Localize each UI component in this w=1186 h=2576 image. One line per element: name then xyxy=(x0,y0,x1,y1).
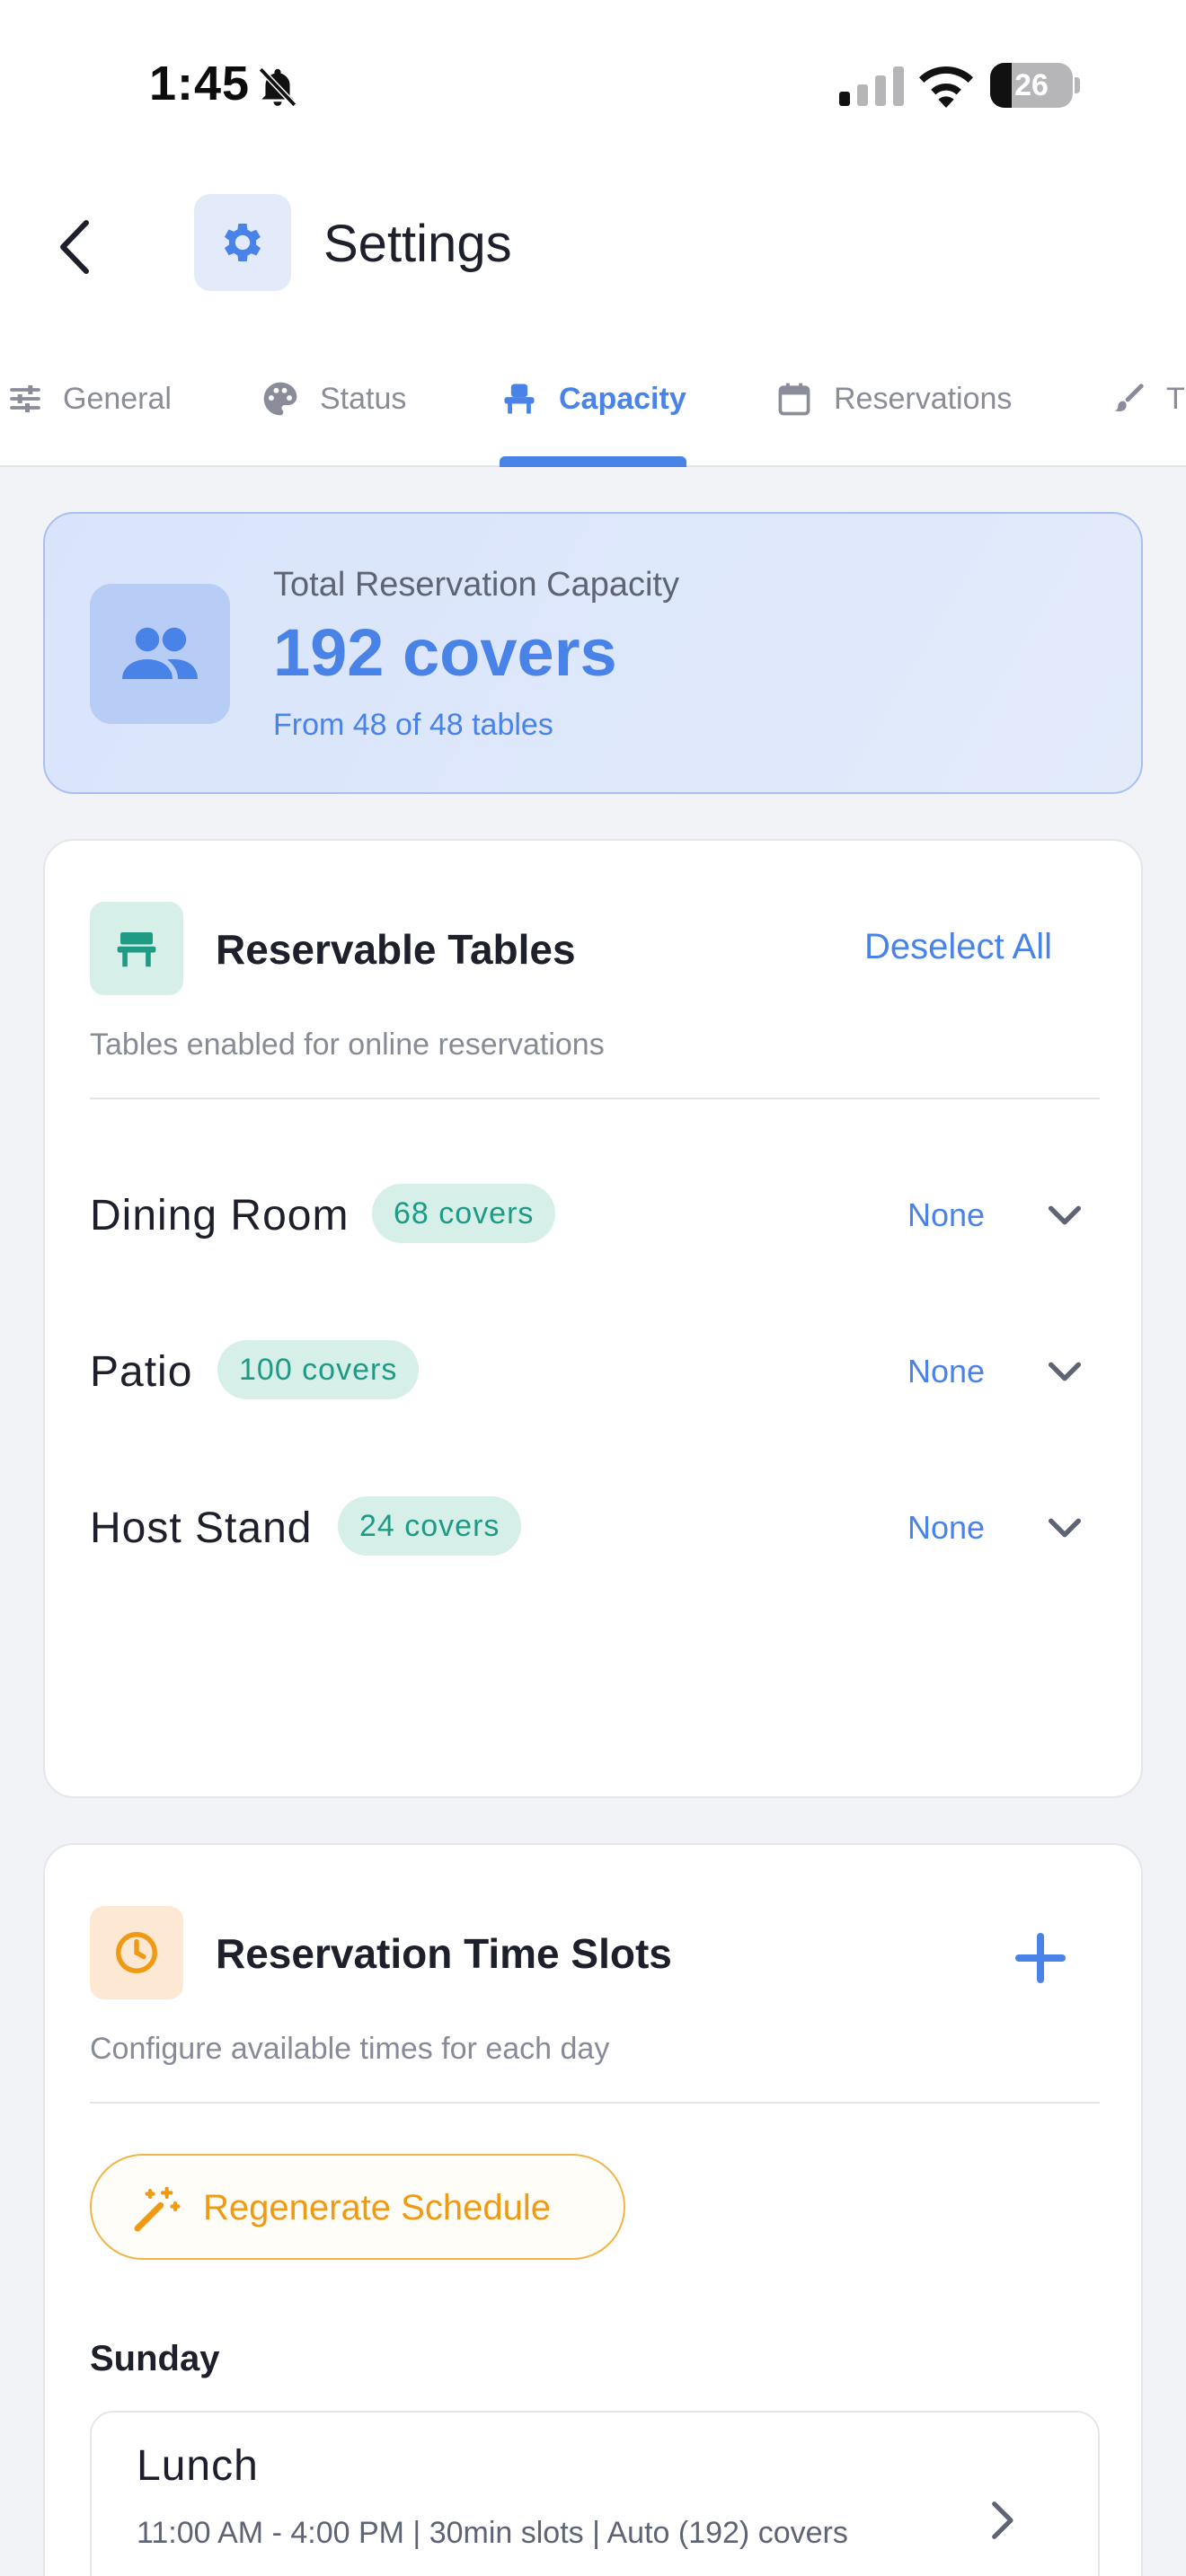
wifi-icon xyxy=(919,66,973,108)
day-heading: Sunday xyxy=(90,2339,220,2378)
chevron-down-icon[interactable] xyxy=(1044,1507,1085,1548)
app-header: Settings xyxy=(0,171,1186,323)
slot-detail: 11:00 AM - 4:00 PM | 30min slots | Auto … xyxy=(137,2516,848,2550)
tab-more[interactable]: T xyxy=(1111,372,1185,426)
timeslots-card-description: Configure available times for each day xyxy=(90,2032,610,2066)
zone-name: Patio xyxy=(90,1348,193,1396)
chevron-right-icon[interactable] xyxy=(981,2493,1021,2547)
tab-reservations[interactable]: Reservations xyxy=(774,372,1012,426)
settings-tabs: General Status Capacity Reservations T xyxy=(0,323,1186,467)
active-tab-indicator xyxy=(500,456,686,467)
zone-selection[interactable]: None xyxy=(907,1353,985,1390)
capacity-value: 192 covers xyxy=(273,615,617,690)
settings-screen: 1:45 26 Settings General Status Capacity… xyxy=(0,0,1186,2576)
tab-capacity-label: Capacity xyxy=(559,381,686,416)
table-icon xyxy=(117,932,156,967)
timeslots-icon-badge xyxy=(90,1906,183,1999)
settings-badge xyxy=(194,194,291,291)
tab-reservations-label: Reservations xyxy=(834,381,1013,416)
capacity-icon-badge xyxy=(90,584,230,724)
battery-icon: 26 xyxy=(990,63,1080,108)
plus-icon[interactable] xyxy=(1005,1922,1076,1994)
tab-capacity[interactable]: Capacity xyxy=(500,372,686,426)
tables-icon-badge xyxy=(90,902,183,995)
clock-icon xyxy=(116,1932,157,1973)
time-slot-item[interactable]: Lunch 11:00 AM - 4:00 PM | 30min slots |… xyxy=(90,2411,1100,2576)
palette-icon xyxy=(263,382,297,416)
zone-selection[interactable]: None xyxy=(907,1196,985,1234)
chevron-left-icon[interactable] xyxy=(47,207,110,287)
page-title: Settings xyxy=(323,215,512,273)
tab-status[interactable]: Status xyxy=(261,372,406,426)
divider xyxy=(90,1098,1100,1099)
regenerate-schedule-label: Regenerate Schedule xyxy=(203,2188,551,2228)
covers-badge: 100 covers xyxy=(217,1340,420,1399)
reservable-tables-card: Reservable Tables Deselect All Tables en… xyxy=(43,839,1143,1798)
tables-card-description: Tables enabled for online reservations xyxy=(90,1028,605,1062)
zone-row-host-stand[interactable]: Host Stand 24 covers None xyxy=(90,1480,1100,1570)
timeslots-card-title: Reservation Time Slots xyxy=(216,1930,672,1977)
calendar-icon xyxy=(778,383,810,416)
tab-status-label: Status xyxy=(320,381,407,416)
status-bar: 1:45 26 xyxy=(0,0,1186,171)
covers-badge: 68 covers xyxy=(372,1184,556,1243)
capacity-summary-card: Total Reservation Capacity 192 covers Fr… xyxy=(43,512,1143,794)
zone-row-patio[interactable]: Patio 100 covers None xyxy=(90,1324,1100,1414)
zone-selection[interactable]: None xyxy=(907,1509,985,1547)
capacity-label: Total Reservation Capacity xyxy=(273,566,679,604)
chevron-down-icon[interactable] xyxy=(1044,1351,1085,1392)
zone-name: Dining Room xyxy=(90,1192,350,1239)
slot-name: Lunch xyxy=(137,2442,259,2490)
tab-general[interactable]: General xyxy=(7,372,172,426)
deselect-all-button[interactable]: Deselect All xyxy=(864,927,1052,967)
gear-icon xyxy=(224,224,261,261)
capacity-subtext: From 48 of 48 tables xyxy=(273,708,553,742)
people-icon xyxy=(122,627,198,679)
tab-general-label: General xyxy=(63,381,172,416)
magic-wand-icon xyxy=(134,2186,181,2232)
tab-more-label: T xyxy=(1166,381,1185,416)
tables-card-title: Reservable Tables xyxy=(216,926,576,973)
regenerate-schedule-button[interactable]: Regenerate Schedule xyxy=(90,2154,625,2260)
zone-row-dining-room[interactable]: Dining Room 68 covers None xyxy=(90,1168,1100,1257)
zone-name: Host Stand xyxy=(90,1504,313,1552)
bell-slash-icon xyxy=(258,66,297,108)
battery-level: 26 xyxy=(1014,68,1049,102)
status-time: 1:45 xyxy=(149,57,251,110)
sliders-icon xyxy=(10,385,40,412)
chair-icon xyxy=(504,384,535,414)
signal-icon xyxy=(839,66,904,106)
divider xyxy=(90,2102,1100,2104)
chevron-down-icon[interactable] xyxy=(1044,1195,1085,1236)
covers-badge: 24 covers xyxy=(338,1496,522,1556)
brush-icon xyxy=(1115,384,1144,411)
time-slots-card: Reservation Time Slots Configure availab… xyxy=(43,1843,1143,2576)
